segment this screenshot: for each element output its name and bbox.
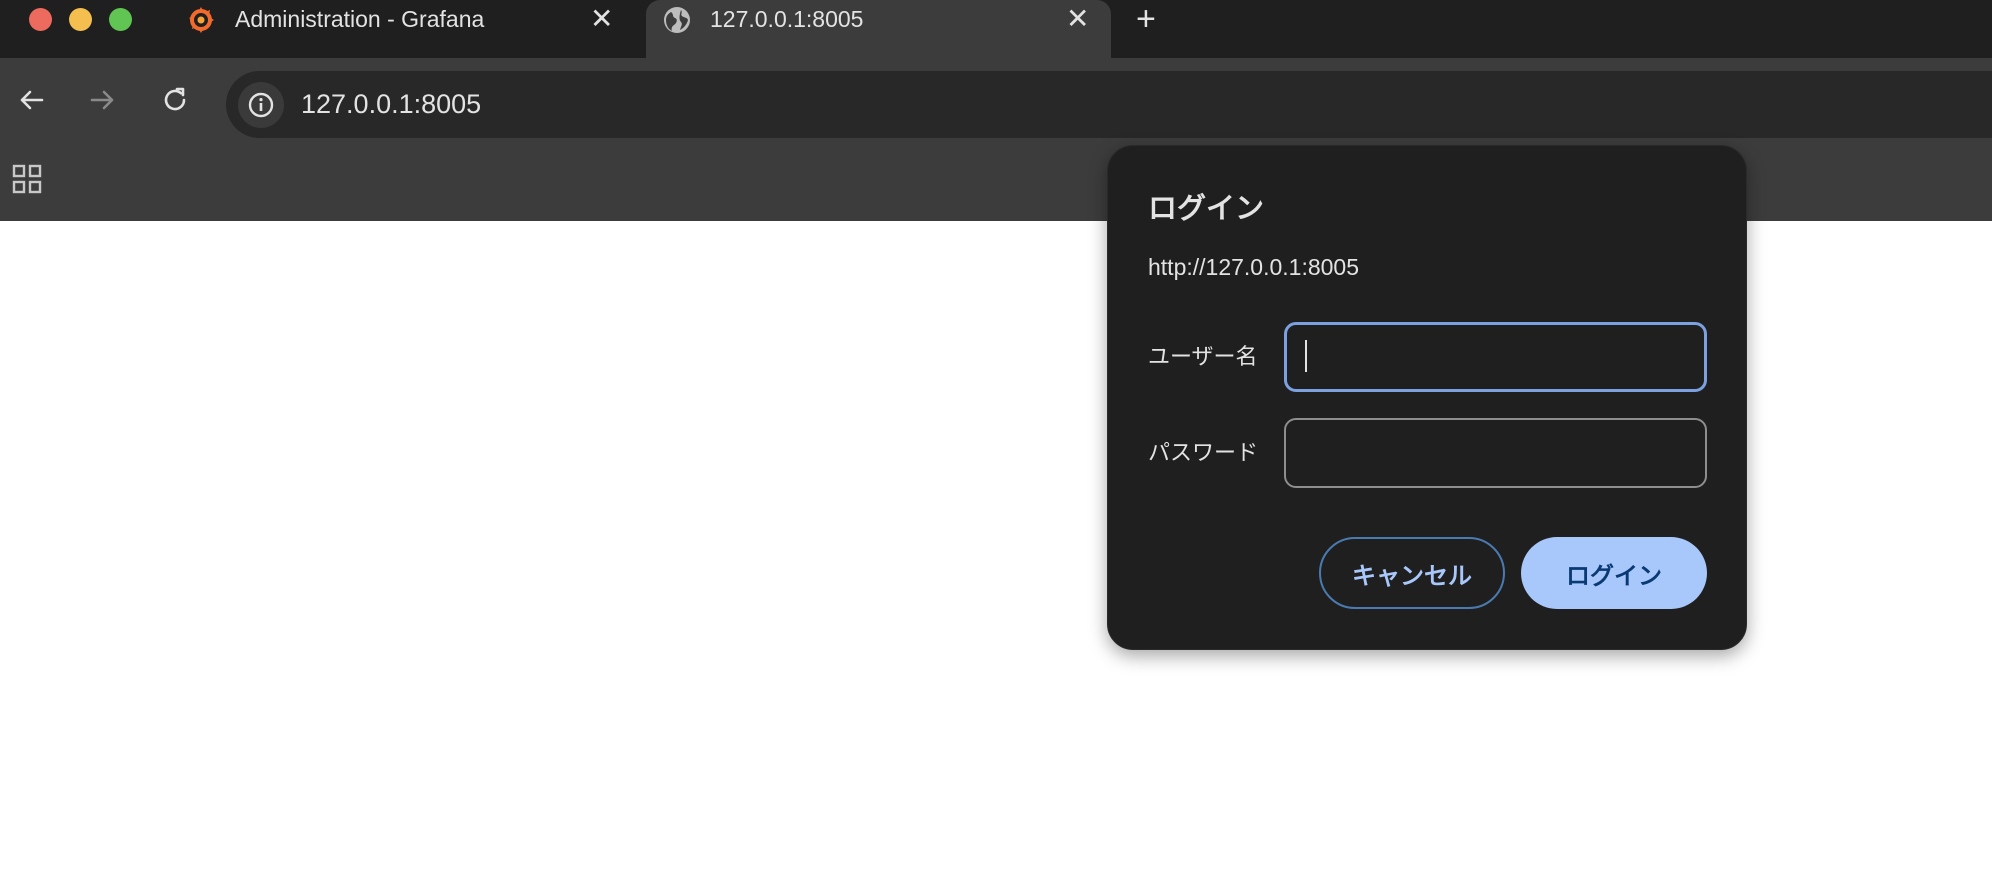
tab-close-icon[interactable]: ✕ [1066,3,1089,35]
login-dialog: ログイン http://127.0.0.1:8005 ユーザー名 パスワード キ… [1107,145,1747,650]
reload-icon [164,87,186,111]
browser-toolbar: 127.0.0.1:8005 [0,58,1992,142]
tab-strip: Administration - Grafana ✕ 127.0.0.1:800… [0,0,1992,58]
dialog-title: ログイン [1148,193,1265,225]
address-bar[interactable]: 127.0.0.1:8005 [226,71,1992,138]
username-input[interactable] [1284,322,1707,392]
reload-button[interactable] [153,78,197,122]
text-caret [1305,340,1307,372]
site-info-button[interactable] [238,82,284,128]
grafana-icon [186,5,216,35]
window-minimize-button[interactable] [69,8,92,31]
forward-button[interactable] [81,78,125,122]
arrow-right-icon [90,90,114,110]
new-tab-button[interactable]: + [1136,2,1156,36]
info-icon [248,92,274,118]
address-text[interactable]: 127.0.0.1:8005 [301,88,481,120]
password-input[interactable] [1284,418,1707,488]
apps-grid-icon[interactable] [12,164,42,194]
password-label: パスワード [1148,440,1259,465]
back-button[interactable] [9,78,53,122]
cancel-button[interactable]: キャンセル [1319,537,1505,609]
tab-title: Administration - Grafana [235,6,485,32]
arrow-left-icon [20,90,44,110]
login-button[interactable]: ログイン [1521,537,1707,609]
username-label: ユーザー名 [1148,344,1258,369]
globe-icon [662,5,692,35]
tab-close-icon[interactable]: ✕ [590,3,613,35]
dialog-origin: http://127.0.0.1:8005 [1148,254,1360,280]
tab-localhost[interactable]: 127.0.0.1:8005 ✕ [646,0,1111,58]
tab-grafana[interactable]: Administration - Grafana ✕ [172,0,646,58]
window-maximize-button[interactable] [109,8,132,31]
window-close-button[interactable] [29,8,52,31]
tab-title: 127.0.0.1:8005 [710,6,864,32]
